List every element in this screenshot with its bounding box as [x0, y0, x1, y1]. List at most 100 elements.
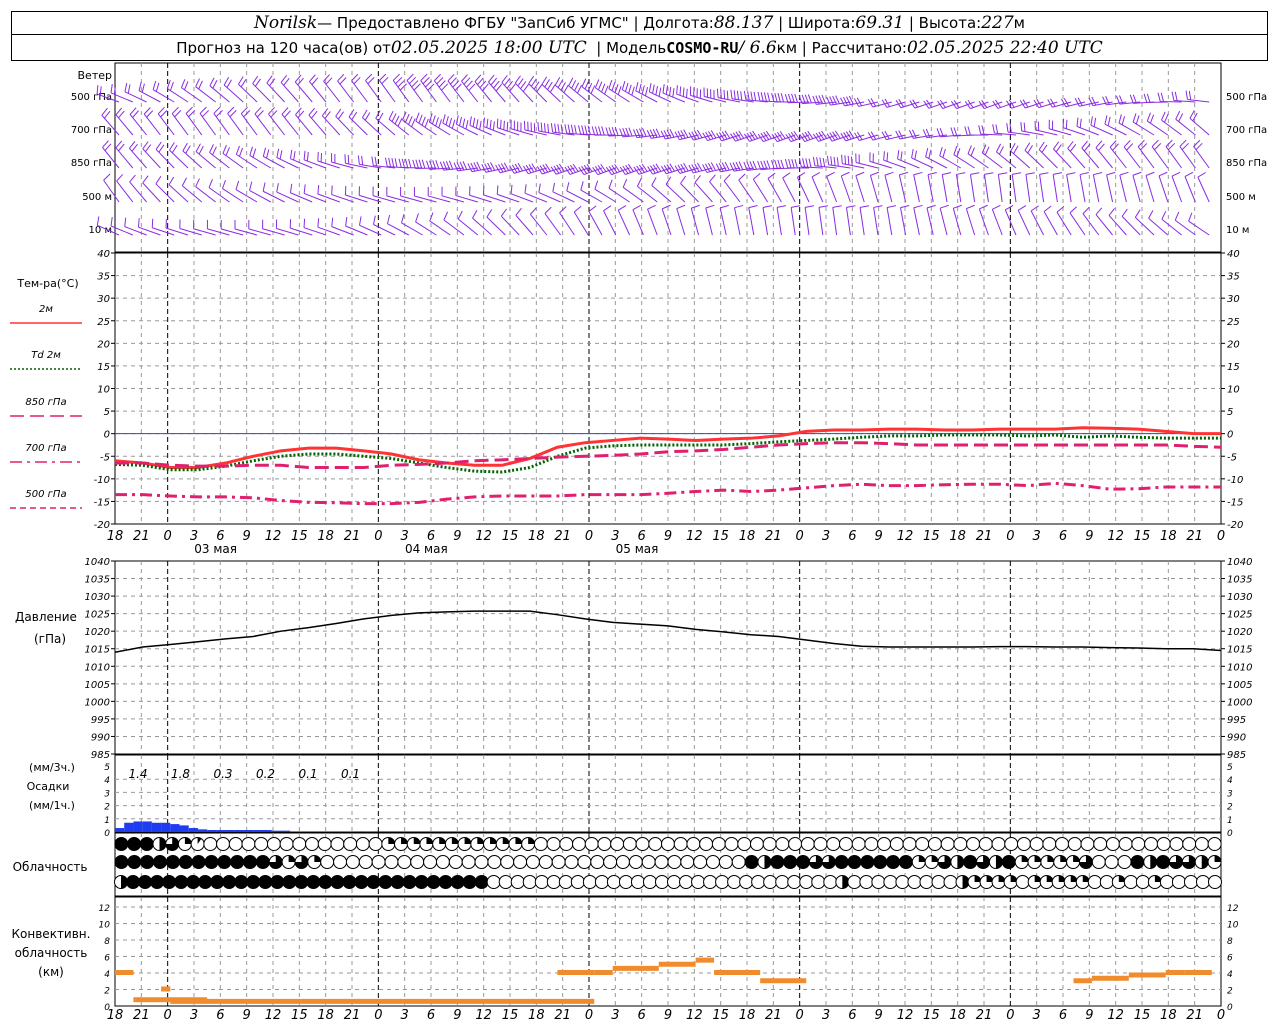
cloud-cover-circle [642, 875, 657, 889]
wind-barb-flag [753, 91, 757, 101]
pressure-axis-tick-label-right: 990 [1227, 732, 1246, 743]
precip-bar [363, 831, 374, 832]
wind-barb-flag [503, 120, 505, 130]
wind-barb-flag [195, 178, 200, 187]
wind-barb [676, 208, 686, 236]
cloud-cover-circle [615, 855, 630, 869]
bottom-x-tick-label: 15 [291, 1008, 308, 1023]
cloud-cover-circle [1194, 837, 1209, 851]
cloud-cover-circle [1104, 855, 1119, 869]
wind-barb-flag [859, 205, 870, 208]
wind-barb-flag [563, 84, 569, 93]
cloud-cover-fill [1156, 855, 1170, 869]
temp-x-tick-label: 0 [1217, 529, 1225, 544]
cloud-cover-circle [749, 837, 764, 851]
wind-barb [1025, 174, 1031, 203]
wind-barb [1158, 175, 1169, 203]
cloud-cover-fill [490, 837, 497, 844]
bottom-x-tick-label: 9 [243, 1008, 251, 1023]
cloud-cover-circle [859, 875, 874, 889]
cloud-cover-circle [1105, 837, 1120, 851]
wind-barb-flag [1149, 114, 1155, 124]
cloud-cover-fill [186, 875, 200, 889]
wind-barb-flag [608, 179, 613, 189]
convective-tick-label-right: 4 [1227, 970, 1233, 980]
cloud-cover-fill [1060, 855, 1067, 862]
wind-barb-flag [1053, 172, 1063, 175]
wind-barb [1145, 175, 1155, 203]
precip-3h-total: 0.2 [256, 767, 275, 781]
cloud-cover-fill [426, 837, 433, 844]
wind-barb-flag [420, 73, 428, 81]
convective-tick-label-right: 10 [1227, 921, 1239, 931]
cloud-cover-circle [1091, 855, 1106, 869]
wind-barb [124, 226, 147, 236]
wind-barb-flag [321, 108, 329, 116]
wind-barb-flag [212, 146, 217, 156]
wind-barb-flag [549, 84, 556, 93]
wind-barb [1056, 211, 1072, 236]
wind-barb [1095, 214, 1113, 236]
cloud-cover-fill [179, 855, 193, 869]
cloud-cover-fill [174, 875, 188, 889]
wind-barb-flag [899, 171, 909, 176]
wind-barb-flag [129, 107, 137, 115]
wind-barb-flag [381, 76, 389, 85]
wind-barb-flag [1121, 208, 1128, 217]
cloud-cover-circle [667, 875, 682, 889]
temp-x-tick-label: 15 [712, 529, 729, 544]
wind-barb-flag [151, 218, 154, 228]
cloud-cover-circle [546, 875, 561, 889]
temp-x-tick-label: 15 [502, 529, 519, 544]
wind-barb-flag [209, 77, 215, 87]
precip-bar [151, 822, 162, 832]
precip-bar [161, 822, 171, 832]
wind-barb-flag [1023, 122, 1026, 132]
wind-barb [1082, 213, 1100, 236]
wind-barb-flag [235, 145, 240, 155]
wind-barb-flag [222, 179, 226, 189]
bottom-x-tick-label: 18 [1160, 1008, 1177, 1023]
cloud-cover-fill [918, 855, 926, 862]
wind-barb-flag [669, 86, 672, 96]
wind-barb-flag [554, 77, 561, 86]
wind-barb-flag [169, 81, 174, 91]
wind-barb [913, 207, 920, 236]
wind-barb-flag [617, 205, 627, 211]
cloud-cover-fill [1034, 855, 1042, 862]
wind-barb-flag [1093, 171, 1103, 176]
wind-barb-flag [966, 204, 975, 210]
cloud-cover-fill [366, 875, 380, 889]
cloud-cover-circle [486, 875, 501, 889]
wind-barb-flag [339, 77, 347, 85]
convective-bar [115, 970, 134, 975]
cloud-cover-circle [1016, 837, 1031, 851]
wind-barb-flag [774, 93, 778, 102]
wind-barb [680, 183, 699, 203]
bottom-x-tick-label: 21 [133, 1008, 150, 1023]
wind-barb-flag [124, 82, 128, 92]
pressure-axis-tick-label-left: 1000 [85, 697, 110, 708]
wind-barb-flag [379, 73, 387, 81]
cloud-cover-circle [699, 837, 714, 851]
wind-barb-flag [805, 205, 815, 208]
cloud-cover-fill [770, 855, 784, 869]
temp-legend-label: Td 2м [31, 350, 61, 361]
temp-axis-tick-label-right: -10 [1227, 475, 1243, 486]
wind-barb-flag [309, 74, 316, 82]
cloud-cover-fill [439, 837, 446, 844]
wind-barb-flag [496, 185, 499, 195]
meteogram: Ветер 500 гПа 500 гПа 700 гПа 700 гПа 850 гПа… [10, 62, 1267, 1023]
wind-barb-flag [222, 144, 227, 154]
cloud-cover-circle [838, 837, 853, 851]
wind-barb-flag [486, 209, 493, 218]
cloud-cover-fill [198, 875, 212, 889]
cloud-cover-circle [915, 837, 930, 851]
temp-x-tick-label: 9 [875, 529, 883, 544]
wind-barb-flag [415, 213, 419, 223]
temp-x-tick-label: 21 [133, 529, 150, 544]
temp-ylabel: Тем-ра(°C) [16, 277, 78, 290]
wind-barb-flag [421, 159, 426, 169]
wind-barb-flag [540, 122, 543, 132]
wind-barb-flag [331, 217, 334, 227]
